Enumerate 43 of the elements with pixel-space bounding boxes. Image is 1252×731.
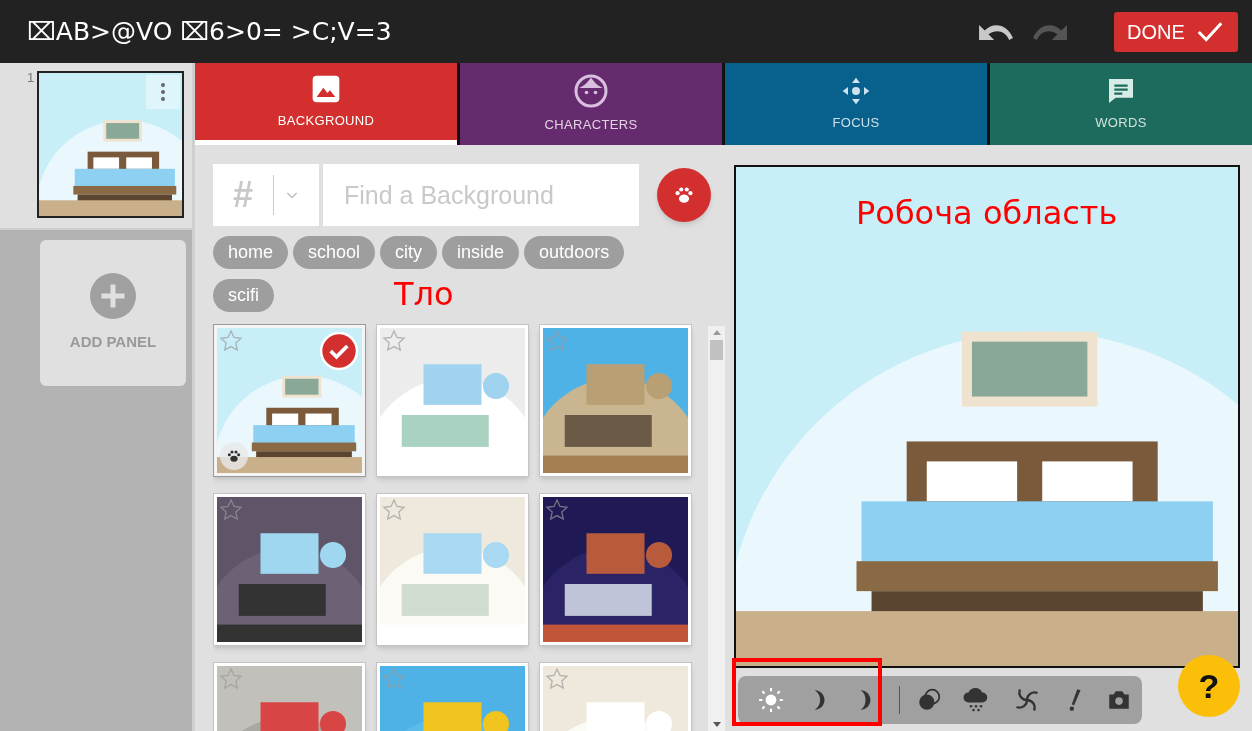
hashtag-dropdown[interactable]: # (213, 164, 319, 226)
tag-chip[interactable]: home (213, 236, 289, 269)
panel-number: 1 (27, 71, 35, 87)
tag-chip[interactable]: outdoors (524, 236, 625, 269)
undo-arrow-icon (979, 23, 1013, 40)
done-button[interactable]: DONE (1114, 11, 1238, 52)
star-icon[interactable] (545, 498, 569, 522)
tab[interactable]: WORDS (990, 63, 1252, 145)
star-icon[interactable] (382, 498, 406, 522)
star-icon[interactable] (382, 329, 406, 353)
tag-chip[interactable]: city (380, 236, 438, 269)
tag-chip[interactable]: scifi (213, 279, 274, 312)
checkmark-badge-icon (319, 331, 359, 371)
star-icon[interactable] (382, 667, 406, 691)
redo-arrow-icon (1033, 23, 1067, 40)
face-icon (573, 73, 609, 110)
scroll-up-icon[interactable] (712, 330, 721, 335)
hashtag-symbol: # (232, 173, 254, 217)
add-panel-button[interactable]: ADD PANEL (40, 240, 186, 386)
star-icon[interactable] (545, 667, 569, 691)
kebab-menu-icon (160, 82, 167, 102)
paw-icon (673, 184, 695, 206)
more-options-button[interactable] (146, 75, 181, 109)
annotation-label: Робоча область (856, 193, 1118, 234)
scroll-down-icon[interactable] (712, 722, 721, 727)
scroll-thumb[interactable] (710, 340, 723, 360)
star-icon[interactable] (545, 329, 569, 353)
tag-chip[interactable]: inside (442, 236, 520, 269)
scrollbar[interactable] (708, 326, 725, 731)
tab[interactable]: CHARACTERS (460, 63, 722, 145)
star-icon[interactable] (219, 329, 243, 353)
tag-chip[interactable]: school (293, 236, 376, 269)
tab[interactable]: FOCUS (725, 63, 987, 145)
tab[interactable]: BACKGROUND (195, 63, 457, 145)
window-title: ⌧AB>@VO ⌧6>0= >C;V=3 (27, 15, 392, 48)
plus-icon (90, 272, 136, 319)
star-icon[interactable] (219, 498, 243, 522)
paw-icon (226, 448, 242, 464)
canvas[interactable]: Робоча область (734, 165, 1240, 668)
paw-filter-button[interactable] (657, 168, 711, 222)
star-icon[interactable] (219, 667, 243, 691)
annotation-label: Тло (394, 276, 454, 312)
help-button[interactable]: ? (1178, 655, 1240, 717)
